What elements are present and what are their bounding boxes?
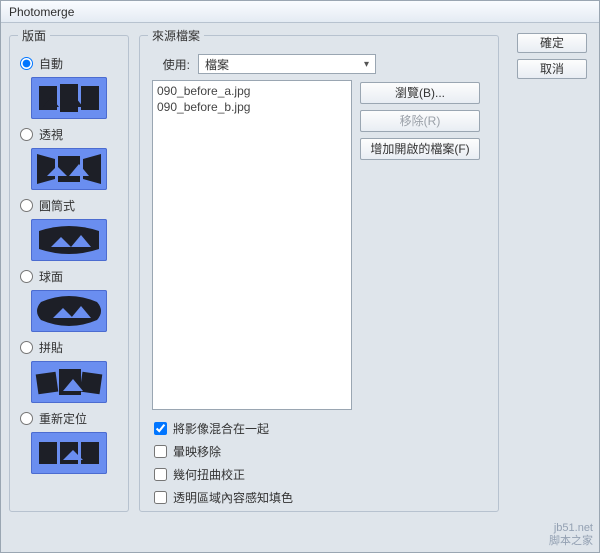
layout-option-spherical[interactable]: 球面: [18, 267, 120, 285]
cancel-button[interactable]: 取消: [517, 59, 587, 79]
layout-radio-cylindrical[interactable]: [20, 199, 33, 212]
layout-label: 圓筒式: [39, 197, 75, 214]
window-titlebar: Photomerge: [1, 1, 599, 23]
source-body: 090_before_a.jpg 090_before_b.jpg 瀏覽(B).…: [152, 80, 490, 410]
use-combo-value: 檔案: [205, 56, 229, 73]
dialog-buttons: 確定 取消: [517, 33, 589, 79]
watermark: jb51.net 脚本之家: [549, 522, 593, 548]
check-label: 暈映移除: [173, 443, 221, 460]
layout-option-cylindrical[interactable]: 圓筒式: [18, 196, 120, 214]
layout-radio-collage[interactable]: [20, 341, 33, 354]
file-list[interactable]: 090_before_a.jpg 090_before_b.jpg: [152, 80, 352, 410]
list-item[interactable]: 090_before_a.jpg: [157, 83, 347, 99]
list-item[interactable]: 090_before_b.jpg: [157, 99, 347, 115]
layout-legend: 版面: [18, 27, 50, 44]
dialog-content: 確定 取消 版面 自動 透視: [1, 23, 599, 552]
use-label: 使用:: [152, 56, 190, 73]
window-title: Photomerge: [9, 5, 74, 19]
remove-button[interactable]: 移除(R): [360, 110, 480, 132]
layout-label: 重新定位: [39, 410, 87, 427]
source-buttons: 瀏覽(B)... 移除(R) 增加開啟的檔案(F): [360, 82, 480, 410]
watermark-line2: 脚本之家: [549, 535, 593, 548]
browse-button[interactable]: 瀏覽(B)...: [360, 82, 480, 104]
layout-radio-reposition[interactable]: [20, 412, 33, 425]
source-legend: 來源檔案: [148, 27, 204, 44]
use-row: 使用: 檔案 ▾: [152, 54, 490, 74]
check-vignette-box[interactable]: [154, 445, 167, 458]
layout-thumb-auto: [18, 77, 120, 119]
layout-radio-perspective[interactable]: [20, 128, 33, 141]
check-blend-box[interactable]: [154, 422, 167, 435]
use-combo[interactable]: 檔案 ▾: [198, 54, 376, 74]
check-caf[interactable]: 透明區域內容感知填色: [154, 489, 490, 506]
check-vignette[interactable]: 暈映移除: [154, 443, 490, 460]
layout-label: 球面: [39, 268, 63, 285]
layout-thumb-spherical: [18, 290, 120, 332]
check-label: 透明區域內容感知填色: [173, 489, 293, 506]
layout-thumb-collage: [18, 361, 120, 403]
ok-button[interactable]: 確定: [517, 33, 587, 53]
check-blend[interactable]: 將影像混合在一起: [154, 420, 490, 437]
layout-fieldset: 版面 自動 透視: [9, 27, 129, 512]
layout-option-auto[interactable]: 自動: [18, 54, 120, 72]
layout-option-reposition[interactable]: 重新定位: [18, 409, 120, 427]
layout-thumb-perspective: [18, 148, 120, 190]
layout-option-collage[interactable]: 拼貼: [18, 338, 120, 356]
check-geodist-box[interactable]: [154, 468, 167, 481]
layout-thumb-cylindrical: [18, 219, 120, 261]
layout-option-perspective[interactable]: 透視: [18, 125, 120, 143]
check-label: 將影像混合在一起: [173, 420, 269, 437]
chevron-down-icon: ▾: [364, 59, 369, 70]
layout-options: 自動 透視: [18, 52, 120, 478]
watermark-line1: jb51.net: [549, 522, 593, 535]
layout-label: 自動: [39, 55, 63, 72]
add-open-files-button[interactable]: 增加開啟的檔案(F): [360, 138, 480, 160]
check-label: 幾何扭曲校正: [173, 466, 245, 483]
layout-radio-auto[interactable]: [20, 57, 33, 70]
layout-thumb-reposition: [18, 432, 120, 474]
check-caf-box[interactable]: [154, 491, 167, 504]
source-fieldset: 來源檔案 使用: 檔案 ▾ 090_before_a.jpg 090_befor…: [139, 27, 499, 512]
check-geodist[interactable]: 幾何扭曲校正: [154, 466, 490, 483]
layout-label: 透視: [39, 126, 63, 143]
layout-label: 拼貼: [39, 339, 63, 356]
option-checks: 將影像混合在一起 暈映移除 幾何扭曲校正 透明區域內容感知填色: [154, 420, 490, 506]
layout-radio-spherical[interactable]: [20, 270, 33, 283]
